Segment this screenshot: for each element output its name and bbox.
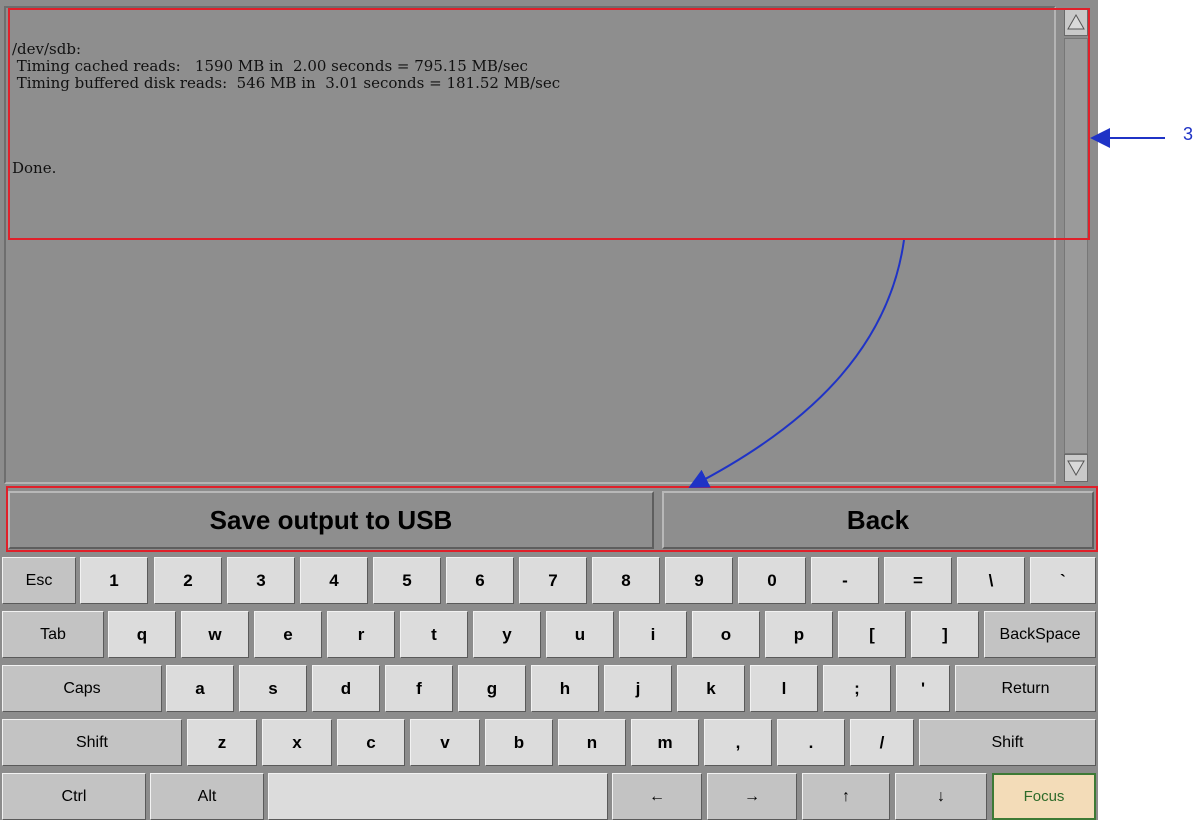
- key-1[interactable]: 1: [80, 557, 148, 604]
- terminal-text: /dev/sdb: Timing cached reads: 1590 MB i…: [12, 41, 560, 177]
- key-0[interactable]: 0: [738, 557, 806, 604]
- key-equals[interactable]: =: [884, 557, 952, 604]
- terminal-output: /dev/sdb: Timing cached reads: 1590 MB i…: [4, 6, 1056, 484]
- save-output-usb-button[interactable]: Save output to USB: [8, 491, 654, 549]
- key-arrow-left[interactable]: ←: [612, 773, 702, 820]
- key-3[interactable]: 3: [227, 557, 295, 604]
- key-backspace[interactable]: BackSpace: [984, 611, 1096, 658]
- key-shift-right[interactable]: Shift: [919, 719, 1096, 766]
- key-q[interactable]: q: [108, 611, 176, 658]
- key-semicolon[interactable]: ;: [823, 665, 891, 712]
- key-7[interactable]: 7: [519, 557, 587, 604]
- triangle-down-icon: [1067, 460, 1085, 477]
- key-c[interactable]: c: [337, 719, 405, 766]
- scroll-track[interactable]: [1064, 38, 1088, 454]
- scroll-up-button[interactable]: [1064, 8, 1088, 36]
- key-l[interactable]: l: [750, 665, 818, 712]
- key-space[interactable]: [268, 773, 608, 820]
- key-t[interactable]: t: [400, 611, 468, 658]
- key-arrow-up[interactable]: ↑: [802, 773, 890, 820]
- app-window: /dev/sdb: Timing cached reads: 1590 MB i…: [0, 0, 1098, 820]
- terminal-line: Done.: [12, 159, 57, 177]
- key-u[interactable]: u: [546, 611, 614, 658]
- key-r[interactable]: r: [327, 611, 395, 658]
- key-arrow-down[interactable]: ↓: [895, 773, 987, 820]
- key-s[interactable]: s: [239, 665, 307, 712]
- key-d[interactable]: d: [312, 665, 380, 712]
- key-arrow-right[interactable]: →: [707, 773, 797, 820]
- key-caps[interactable]: Caps: [2, 665, 162, 712]
- key-y[interactable]: y: [473, 611, 541, 658]
- back-button[interactable]: Back: [662, 491, 1094, 549]
- callout-label: 3: [1183, 124, 1194, 144]
- key-b[interactable]: b: [485, 719, 553, 766]
- key-a[interactable]: a: [166, 665, 234, 712]
- key-right-bracket[interactable]: ]: [911, 611, 979, 658]
- key-x[interactable]: x: [262, 719, 332, 766]
- terminal-line: /dev/sdb:: [12, 40, 82, 58]
- key-w[interactable]: w: [181, 611, 249, 658]
- key-z[interactable]: z: [187, 719, 257, 766]
- on-screen-keyboard: Esc 1 2 3 4 5 6 7 8 9 0 - = \ ` Tab q w …: [0, 555, 1098, 820]
- key-comma[interactable]: ,: [704, 719, 772, 766]
- key-left-bracket[interactable]: [: [838, 611, 906, 658]
- key-slash[interactable]: /: [850, 719, 914, 766]
- key-4[interactable]: 4: [300, 557, 368, 604]
- key-k[interactable]: k: [677, 665, 745, 712]
- key-p[interactable]: p: [765, 611, 833, 658]
- key-v[interactable]: v: [410, 719, 480, 766]
- key-ctrl[interactable]: Ctrl: [2, 773, 146, 820]
- key-e[interactable]: e: [254, 611, 322, 658]
- key-o[interactable]: o: [692, 611, 760, 658]
- key-minus[interactable]: -: [811, 557, 879, 604]
- key-apostrophe[interactable]: ': [896, 665, 950, 712]
- key-backtick[interactable]: `: [1030, 557, 1096, 604]
- triangle-up-icon: [1067, 13, 1085, 30]
- key-n[interactable]: n: [558, 719, 626, 766]
- key-focus[interactable]: Focus: [992, 773, 1096, 820]
- key-j[interactable]: j: [604, 665, 672, 712]
- terminal-line: Timing cached reads: 1590 MB in 2.00 sec…: [12, 57, 528, 75]
- key-g[interactable]: g: [458, 665, 526, 712]
- vertical-scrollbar[interactable]: [1058, 6, 1096, 484]
- key-2[interactable]: 2: [154, 557, 222, 604]
- key-period[interactable]: .: [777, 719, 845, 766]
- key-backslash[interactable]: \: [957, 557, 1025, 604]
- key-shift-left[interactable]: Shift: [2, 719, 182, 766]
- key-9[interactable]: 9: [665, 557, 733, 604]
- key-8[interactable]: 8: [592, 557, 660, 604]
- terminal-line: Timing buffered disk reads: 546 MB in 3.…: [12, 74, 561, 92]
- key-f[interactable]: f: [385, 665, 453, 712]
- terminal-blank: [12, 92, 560, 160]
- key-5[interactable]: 5: [373, 557, 441, 604]
- key-return[interactable]: Return: [955, 665, 1096, 712]
- key-h[interactable]: h: [531, 665, 599, 712]
- key-alt[interactable]: Alt: [150, 773, 264, 820]
- key-esc[interactable]: Esc: [2, 557, 76, 604]
- key-6[interactable]: 6: [446, 557, 514, 604]
- action-bar: Save output to USB Back: [6, 487, 1096, 551]
- key-m[interactable]: m: [631, 719, 699, 766]
- key-i[interactable]: i: [619, 611, 687, 658]
- scroll-down-button[interactable]: [1064, 454, 1088, 482]
- key-tab[interactable]: Tab: [2, 611, 104, 658]
